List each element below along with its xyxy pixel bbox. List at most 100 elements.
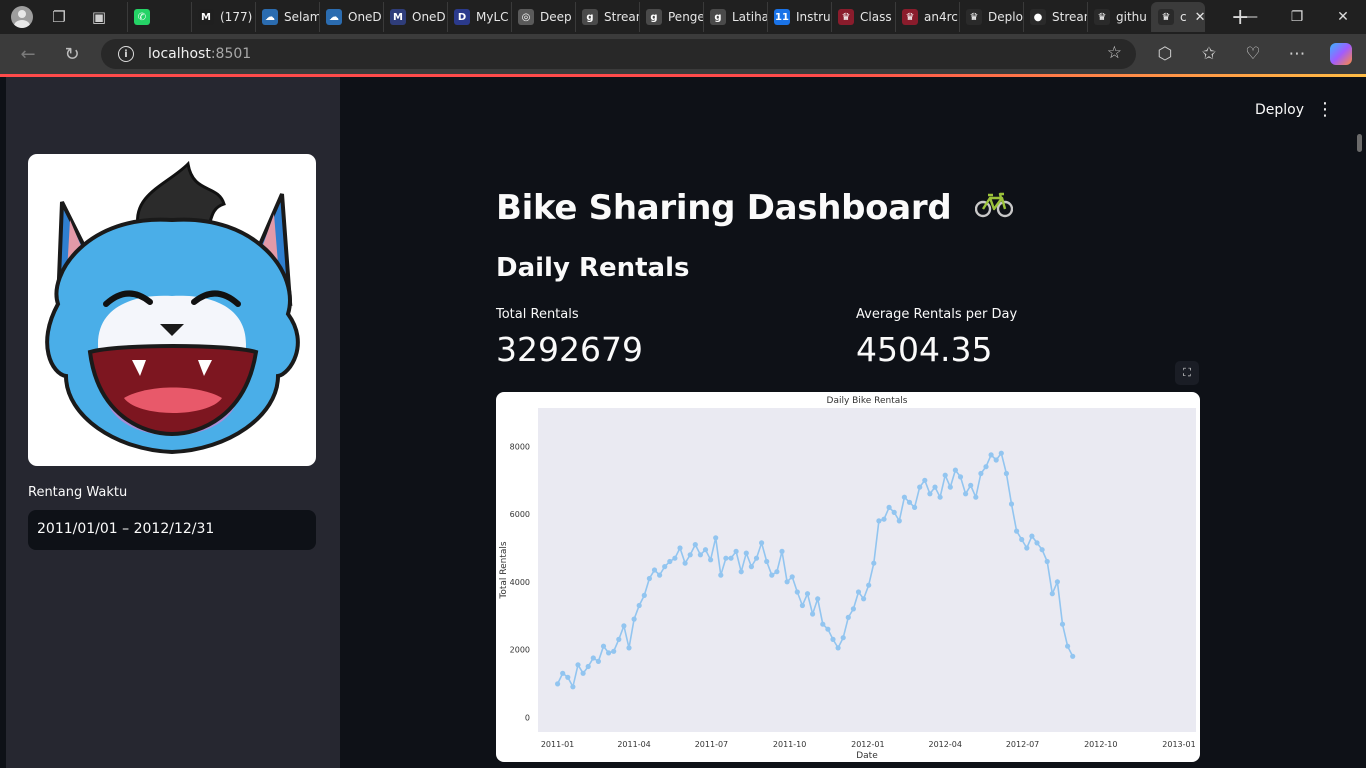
fullscreen-icon[interactable]: ⛶: [1175, 361, 1199, 385]
tab-10[interactable]: 11 Instru: [767, 2, 831, 32]
y-tick-label: 0: [525, 713, 530, 722]
crown-icon: ♛: [902, 9, 918, 25]
url-port: :8501: [210, 46, 252, 62]
metric-total-label: Total Rentals: [496, 307, 579, 322]
gmail-icon: M: [198, 9, 214, 25]
tab-4[interactable]: M OneD: [383, 2, 447, 32]
data-point: [1059, 621, 1066, 627]
data-point: [896, 518, 902, 524]
close-window-icon[interactable]: ✕: [1320, 0, 1366, 34]
tab-2[interactable]: ☁ Selam: [255, 2, 319, 32]
tab-14[interactable]: ● Strean: [1023, 2, 1087, 32]
data-point: [672, 555, 678, 561]
tab-active[interactable]: ♛ c ✕: [1151, 2, 1205, 32]
data-point: [759, 540, 765, 546]
data-point: [835, 645, 841, 651]
tab-3[interactable]: ☁ OneD: [319, 2, 383, 32]
streamlit-crown-icon: ♛: [1158, 9, 1174, 25]
tab-11[interactable]: ♛ Class: [831, 2, 895, 32]
date-range-label: Rentang Waktu: [28, 485, 128, 500]
tab-0[interactable]: ✆: [127, 2, 191, 32]
y-tick-label: 2000: [510, 646, 530, 655]
more-options-icon[interactable]: ⋯: [1282, 39, 1312, 69]
address-toolbar: ← ↻ i localhost:8501 ☆ ⬡ ✩ ♡ ⋯: [0, 34, 1366, 74]
data-point: [1049, 591, 1055, 597]
profile-avatar-icon[interactable]: [11, 6, 33, 28]
data-point: [1008, 501, 1015, 507]
data-point: [728, 555, 734, 561]
tab-label: Instru: [796, 10, 831, 24]
tab-5[interactable]: D MyLC: [447, 2, 511, 32]
favorites-icon[interactable]: ✩: [1194, 39, 1224, 69]
data-point: [840, 635, 846, 641]
data-point: [973, 494, 979, 500]
data-point: [1070, 653, 1076, 659]
tab-9[interactable]: g Latiha: [703, 2, 767, 32]
scrollbar-thumb[interactable]: [1357, 134, 1362, 152]
data-point: [799, 602, 805, 609]
data-point: [555, 681, 561, 687]
data-point: [580, 670, 586, 676]
data-point: [845, 614, 851, 620]
tab-label: Strean: [1052, 10, 1087, 24]
data-point: [1065, 643, 1071, 649]
back-icon[interactable]: ←: [10, 39, 46, 69]
browser-essentials-icon[interactable]: ♡: [1238, 39, 1268, 69]
tab-15[interactable]: ♛ githu: [1087, 2, 1151, 32]
metric-average-value: 4504.35: [856, 330, 993, 369]
data-point: [830, 636, 836, 642]
x-tick-label: 2012-04: [928, 740, 961, 749]
workspaces-icon[interactable]: ❐: [45, 3, 73, 31]
tab-label: Penge: [668, 10, 703, 24]
data-point: [718, 572, 724, 578]
date-range-input[interactable]: 2011/01/01 – 2012/12/31: [28, 510, 316, 550]
main-menu-icon[interactable]: ⋮: [1316, 99, 1334, 121]
data-point: [738, 569, 744, 575]
tab-strip: ✆M(177)☁Selam☁OneDMOneDDMyLC◎DeepgStrean…: [127, 0, 1151, 34]
data-point: [820, 621, 826, 627]
favorite-star-icon[interactable]: ☆: [1107, 43, 1122, 63]
data-point: [697, 552, 703, 558]
x-tick-label: 2011-01: [541, 740, 574, 749]
data-point: [600, 643, 607, 649]
data-point: [606, 650, 612, 656]
restore-icon[interactable]: ❐: [1274, 0, 1320, 34]
data-point: [636, 602, 642, 609]
y-axis-label: Total Rentals: [499, 541, 509, 600]
data-point: [789, 574, 795, 580]
tab-12[interactable]: ♛ an4rc: [895, 2, 959, 32]
plot-area: [538, 408, 1196, 732]
whatsapp-icon: ✆: [134, 9, 150, 25]
tab-7[interactable]: g Strean: [575, 2, 639, 32]
tab-6[interactable]: ◎ Deep: [511, 2, 575, 32]
close-tab-icon[interactable]: ✕: [1195, 10, 1205, 25]
tab-label: Strean: [604, 10, 639, 24]
refresh-icon[interactable]: ↻: [54, 39, 90, 69]
copilot-icon[interactable]: [1330, 43, 1352, 65]
browser-tab-bar: ❐ ▣ ✆ M (177) ☁ Selam ☁ OneD M OneD D MyLC ◎ Deep g St…: [0, 0, 1366, 34]
data-point: [937, 494, 943, 500]
data-point: [753, 555, 760, 561]
sidebar: Rentang Waktu 2011/01/01 – 2012/12/31: [6, 77, 340, 768]
browser-extensions: ⬡ ✩ ♡ ⋯: [1150, 39, 1352, 69]
deploy-button[interactable]: Deploy: [1255, 102, 1304, 118]
tab-13[interactable]: ♛ Deplo: [959, 2, 1023, 32]
page-title: Bike Sharing Dashboard: [496, 188, 1014, 228]
tab-label: OneD: [348, 10, 382, 24]
data-point: [886, 504, 892, 510]
data-point: [779, 548, 785, 554]
extensions-icon[interactable]: ⬡: [1150, 39, 1180, 69]
data-point: [1044, 558, 1050, 565]
minimize-icon[interactable]: —: [1228, 0, 1274, 34]
vertical-tabs-icon[interactable]: ▣: [85, 3, 113, 31]
data-point: [988, 452, 994, 458]
data-point: [881, 516, 887, 522]
site-info-icon[interactable]: i: [118, 46, 134, 62]
tab-8[interactable]: g Penge: [639, 2, 703, 32]
tab-1[interactable]: M (177): [191, 2, 255, 32]
data-point: [891, 509, 897, 515]
gitbook-icon: g: [582, 9, 598, 25]
url-bar[interactable]: i localhost:8501 ☆: [101, 39, 1136, 69]
tab-label: OneD: [412, 10, 446, 24]
main-content: Deploy ⋮ Bike Sharing Dashboard Daily Re…: [340, 77, 1366, 768]
